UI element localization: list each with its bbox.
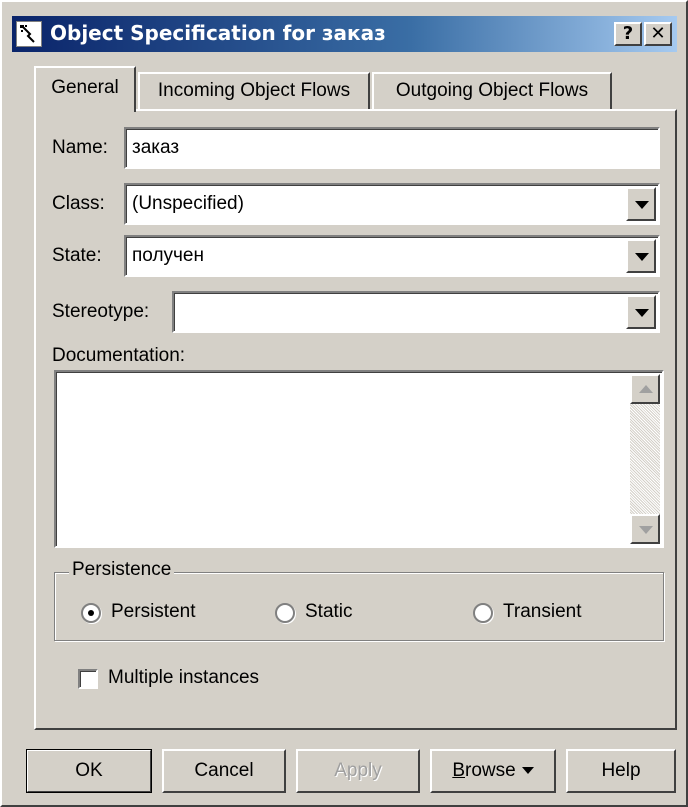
radio-persistent-circle: [81, 603, 101, 623]
scroll-down-icon[interactable]: [630, 514, 660, 544]
name-label: Name:: [52, 137, 108, 158]
radio-static-circle: [275, 603, 295, 623]
radio-persistent-label: Persistent: [111, 601, 196, 622]
dialog-window: Object Specification for заказ ? ✕ Gener…: [0, 0, 688, 807]
documentation-textarea[interactable]: [54, 370, 664, 548]
state-combobox[interactable]: получен: [124, 235, 660, 277]
stereotype-label: Stereotype:: [52, 301, 150, 322]
multiple-instances-label: Multiple instances: [108, 667, 260, 688]
radio-selected-dot: [88, 610, 94, 616]
documentation-scrollbar[interactable]: [630, 374, 660, 544]
class-combobox[interactable]: (Unspecified): [124, 183, 660, 225]
radio-static-label: Static: [305, 601, 353, 622]
state-label: State:: [52, 245, 102, 266]
class-label: Class:: [52, 193, 105, 214]
title-bar[interactable]: Object Specification for заказ ? ✕: [12, 16, 677, 52]
name-value: заказ: [132, 137, 180, 158]
cancel-label: Cancel: [194, 760, 254, 781]
name-field[interactable]: заказ: [124, 127, 660, 169]
class-value: (Unspecified): [132, 193, 244, 214]
tab-incoming-object-flows[interactable]: Incoming Object Flows: [138, 72, 370, 109]
tab-incoming-label: Incoming Object Flows: [157, 80, 351, 101]
help-label: Help: [601, 760, 641, 781]
scroll-up-icon[interactable]: [630, 374, 660, 404]
close-icon: ✕: [650, 23, 666, 44]
object-spec-icon: [16, 21, 42, 47]
state-value: получен: [132, 245, 204, 266]
checkbox-box: [78, 669, 98, 689]
apply-button[interactable]: Apply: [296, 749, 420, 793]
cancel-button[interactable]: Cancel: [162, 749, 286, 793]
browse-button[interactable]: Browse: [430, 749, 556, 793]
tab-general[interactable]: General: [34, 66, 136, 112]
documentation-label: Documentation:: [52, 345, 186, 366]
stereotype-dropdown-arrow-icon[interactable]: [626, 295, 656, 329]
stereotype-combobox[interactable]: [172, 291, 660, 333]
class-dropdown-arrow-icon[interactable]: [626, 187, 656, 221]
tab-outgoing-object-flows[interactable]: Outgoing Object Flows: [372, 72, 612, 109]
browse-dropdown-arrow-icon: [521, 767, 534, 775]
radio-transient-circle: [473, 603, 493, 623]
persistence-group: Persistence Persistent Static Transient: [54, 559, 664, 641]
window-title: Object Specification for заказ: [50, 21, 386, 45]
close-button[interactable]: ✕: [644, 22, 672, 46]
help-question-button[interactable]: ?: [614, 22, 642, 46]
browse-label-rest: rowse: [465, 760, 516, 781]
state-dropdown-arrow-icon[interactable]: [626, 239, 656, 273]
apply-label: Apply: [334, 760, 382, 781]
browse-label: Browse: [452, 760, 515, 781]
help-button[interactable]: Help: [566, 749, 676, 793]
ok-label: OK: [75, 760, 103, 781]
tab-general-label: General: [51, 77, 119, 98]
general-tab-panel: Name: заказ Class: (Unspecified) State: …: [34, 109, 677, 730]
tab-outgoing-label: Outgoing Object Flows: [395, 80, 589, 101]
persistence-title: Persistence: [69, 559, 175, 581]
radio-transient-label: Transient: [503, 601, 582, 622]
browse-accelerator: B: [452, 760, 465, 781]
ok-button[interactable]: OK: [26, 749, 152, 793]
